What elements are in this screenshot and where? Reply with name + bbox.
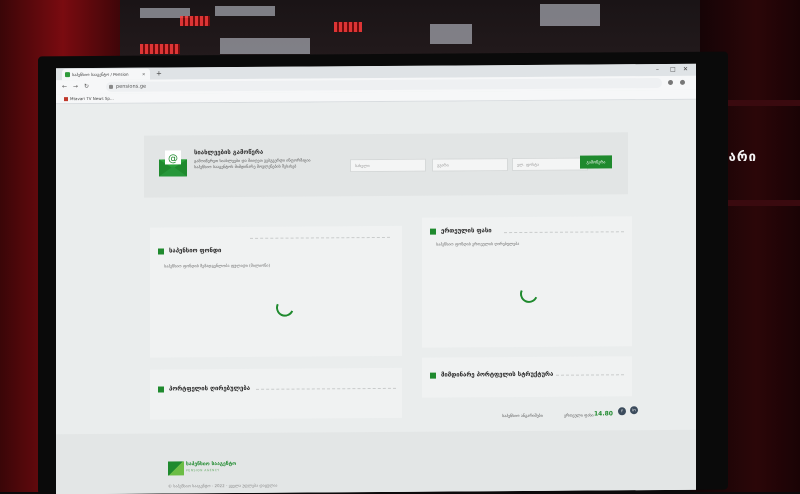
accounts-label: საპენსიო ანგარიშები — [502, 412, 543, 419]
newsletter-description: გამოიწერეთ სიახლეები და მიიღეთ ვებგვერდი… — [194, 157, 311, 170]
page-footer: საპენსიო სააგენტო PENSION AGENCY © საპენ… — [56, 429, 696, 494]
card-title-text: მიმდინარე პორტფელის სტრუქტურა — [441, 370, 554, 379]
bookmark-item[interactable]: Mtavari TV News Sp... — [64, 94, 114, 103]
card-title: მიმდინარე პორტფელის სტრუქტურა — [430, 371, 553, 379]
loading-spinner-icon — [517, 282, 541, 306]
last-name-field[interactable]: გვარი — [432, 158, 508, 172]
reload-icon[interactable]: ↻ — [84, 82, 89, 92]
loading-spinner-icon — [273, 296, 297, 320]
bullet-square-icon — [430, 372, 436, 379]
pension-agency-logo[interactable] — [168, 461, 184, 476]
card-subtitle: საპენსიო ფონდის ერთეულის ღირებულება — [436, 240, 520, 247]
svg-text:@: @ — [168, 153, 178, 164]
bullet-square-icon — [158, 385, 164, 393]
studio-screen — [220, 38, 310, 54]
portfolio-structure-card: მიმდინარე პორტფელის სტრუქტურა — [422, 356, 632, 398]
browser-tab[interactable]: საპენსიო სააგენტო / Pension — [62, 68, 150, 81]
led-strip — [334, 22, 362, 32]
card-title-text: საპენსიო ფონდი — [169, 247, 222, 255]
price-label: ერთეული ფასი — [564, 412, 594, 418]
linkedin-icon[interactable]: in — [630, 406, 638, 415]
close-window-icon[interactable]: ✕ — [683, 65, 688, 75]
divider — [556, 374, 624, 376]
first-name-field[interactable]: სახელი — [350, 158, 426, 173]
maximize-icon[interactable]: □ — [670, 65, 676, 75]
divider — [256, 387, 396, 390]
card-title: საპენსიო ფონდი — [158, 247, 221, 254]
subscribe-button[interactable]: გამოწერა — [580, 155, 612, 169]
lock-icon — [109, 84, 113, 89]
email-field[interactable]: ელ. ფოსტა — [512, 157, 588, 172]
favicon-icon — [65, 72, 70, 78]
divider — [250, 236, 390, 239]
back-icon[interactable]: ← — [62, 82, 67, 92]
url-text: pensions.ge — [116, 83, 147, 90]
forward-icon[interactable]: → — [73, 82, 78, 92]
logo-text: საპენსიო სააგენტო — [186, 460, 237, 468]
minimize-icon[interactable]: – — [656, 65, 659, 75]
card-title: პორტფელის ღირებულება — [158, 385, 250, 393]
close-tab-icon[interactable]: ✕ — [142, 72, 145, 77]
new-tab-button[interactable]: + — [156, 68, 162, 78]
newsletter-section: @ სიახლეების გამოწერა გამოიწერეთ სიახლეე… — [144, 132, 628, 198]
browser-window: საპენსიო სააგენტო / Pension ✕ + – □ ✕ ← … — [56, 63, 696, 494]
divider — [504, 231, 624, 234]
profile-icon[interactable] — [680, 79, 685, 85]
envelope-at-icon: @ — [159, 150, 187, 177]
card-title-text: ერთეულის ფასი — [441, 227, 492, 235]
copyright: © საპენსიო სააგენტო - 2022 - ყველა უფლებ… — [168, 482, 278, 489]
unit-price-card: ერთეულის ფასი საპენსიო ფონდის ერთეულის ღ… — [422, 216, 632, 348]
web-page: @ სიახლეების გამოწერა გამოიწერეთ სიახლეე… — [56, 99, 696, 494]
card-title-text: პორტფელის ღირებულება — [169, 384, 251, 393]
tab-title: საპენსიო სააგენტო / Pension — [72, 71, 129, 78]
card-subtitle: საპენსიო ფონდის შემადგენლობა ფულადი (მილ… — [164, 262, 271, 269]
bullet-square-icon — [158, 247, 164, 255]
pension-fund-card: საპენსიო ფონდი საპენსიო ფონდის შემადგენლ… — [150, 225, 402, 358]
portfolio-value-card: პორტფელის ღირებულება — [150, 367, 402, 420]
price-value: 14.80 — [594, 410, 613, 418]
studio-screen — [215, 6, 275, 16]
led-strip — [180, 16, 210, 26]
bookmark-label: Mtavari TV News Sp... — [70, 95, 114, 102]
led-strip — [140, 44, 180, 54]
bullet-square-icon — [430, 228, 436, 235]
newsletter-title: სიახლეების გამოწერა — [194, 148, 264, 157]
extensions-icon[interactable] — [668, 79, 673, 85]
card-title: ერთეულის ფასი — [430, 227, 492, 235]
logo-subtitle: PENSION AGENCY — [186, 468, 220, 473]
facebook-icon[interactable]: f — [618, 407, 626, 416]
bookmark-favicon-icon — [64, 97, 68, 102]
studio-screen — [430, 24, 472, 44]
studio-screen — [540, 4, 600, 26]
